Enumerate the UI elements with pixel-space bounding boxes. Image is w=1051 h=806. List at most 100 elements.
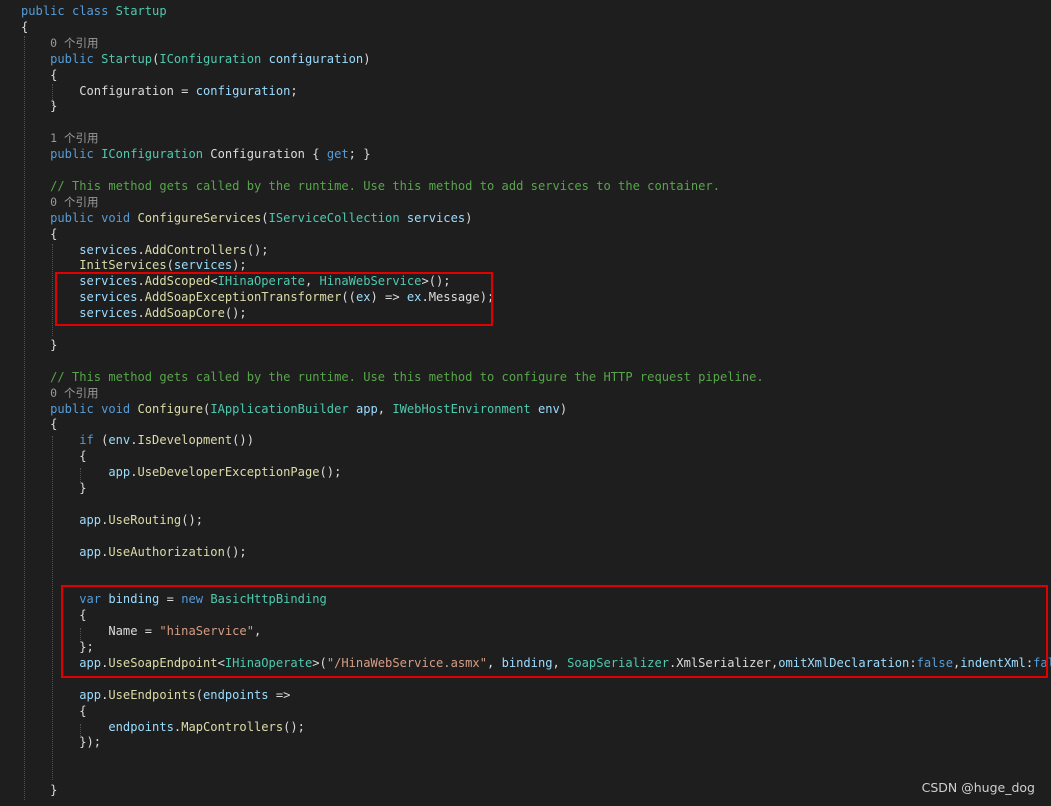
codelens-line[interactable]: 1 个引用	[21, 130, 98, 146]
code-token: configuration	[268, 51, 364, 66]
code-token: ,	[377, 401, 393, 416]
code-line: services.AddControllers();	[21, 242, 269, 258]
code-token: >();	[421, 274, 451, 289]
code-token: var	[79, 592, 102, 607]
code-token: (	[195, 687, 204, 702]
code-line: app.UseEndpoints(endpoints =>	[21, 687, 290, 703]
code-token: {	[79, 449, 87, 464]
code-token: ,	[487, 655, 502, 670]
code-token: ,	[552, 655, 568, 670]
code-token: )	[465, 210, 473, 225]
code-token: {	[79, 608, 87, 623]
code-token: ())	[232, 433, 254, 448]
code-token: ; }	[348, 147, 371, 162]
code-token: ();	[224, 544, 247, 559]
code-token: env	[537, 401, 560, 416]
code-token: public	[50, 51, 94, 66]
code-token: public	[21, 4, 65, 18]
code-token: ();	[283, 719, 305, 734]
code-token: services	[173, 258, 233, 273]
code-token: >(	[312, 655, 327, 670]
code-line: services.AddSoapCore();	[21, 305, 247, 321]
code-token: void	[101, 210, 131, 225]
code-line: }	[21, 480, 87, 496]
code-token: indentXml	[960, 655, 1026, 670]
code-token: IServiceCollection	[268, 210, 400, 225]
code-token: Startup	[101, 51, 153, 66]
code-line: // This method gets called by the runtim…	[21, 369, 764, 385]
code-line: public void ConfigureServices(IServiceCo…	[21, 210, 472, 226]
code-token: =	[159, 592, 182, 607]
code-token: Startup	[115, 4, 167, 18]
code-token: env	[108, 433, 131, 448]
code-token: }	[50, 99, 58, 114]
code-token: app	[355, 401, 378, 416]
code-token: .	[137, 306, 145, 321]
code-line: InitServices(services);	[21, 257, 246, 273]
code-line: public IConfiguration Configuration { ge…	[21, 146, 371, 162]
reference-count-lens[interactable]: 0 个引用	[50, 36, 98, 50]
code-token: <	[217, 655, 225, 670]
code-token: Configuration	[79, 83, 174, 98]
code-token: Configuration {	[203, 147, 327, 162]
code-token: :	[1025, 655, 1034, 670]
code-token: services	[79, 242, 138, 257]
code-editor[interactable]: public class Startup { 0 个引用 public Start…	[0, 0, 1051, 806]
code-token: =>	[268, 687, 291, 702]
reference-count-lens[interactable]: 0 个引用	[50, 386, 98, 400]
code-token: SoapSerializer	[567, 655, 670, 670]
code-line: }	[21, 782, 57, 798]
code-token: IHinaOperate	[224, 655, 313, 670]
code-line: public class Startup	[21, 3, 167, 19]
code-token: get	[326, 147, 349, 162]
code-line: endpoints.MapControllers();	[21, 719, 305, 735]
code-token: MapControllers	[181, 719, 284, 734]
code-token: public	[50, 401, 94, 416]
code-token: UseAuthorization	[108, 544, 225, 559]
code-token: ex	[355, 290, 371, 305]
code-token: {	[50, 417, 58, 432]
code-token: app	[79, 512, 102, 527]
code-line: services.AddSoapExceptionTransformer((ex…	[21, 289, 494, 305]
reference-count-lens[interactable]: 1 个引用	[50, 131, 98, 145]
code-token: ;	[290, 83, 298, 98]
code-token: (	[261, 210, 269, 225]
code-token: InitServices	[79, 258, 167, 273]
code-token: {	[50, 226, 58, 241]
code-token: .Message);	[421, 290, 495, 305]
codelens-line[interactable]: 0 个引用	[21, 194, 98, 210]
codelens-line[interactable]: 0 个引用	[21, 385, 98, 401]
code-token: ();	[246, 242, 269, 257]
code-token: if	[79, 433, 94, 448]
code-token: }	[50, 337, 58, 352]
code-token: new	[181, 592, 204, 607]
code-token: app	[79, 544, 102, 559]
code-token: AddSoapCore	[144, 306, 225, 321]
code-token: ex	[406, 290, 422, 305]
code-line: }	[21, 337, 57, 353]
code-line: {	[21, 607, 87, 623]
reference-count-lens[interactable]: 0 个引用	[50, 195, 98, 209]
code-token: };	[79, 640, 94, 654]
code-line: }	[21, 98, 57, 114]
code-token: services	[79, 290, 138, 305]
code-token: });	[79, 735, 102, 750]
code-line: app.UseRouting();	[21, 512, 203, 528]
code-token: UseDeveloperExceptionPage	[137, 465, 320, 480]
code-token: {	[50, 67, 58, 82]
code-token: ) =>	[370, 290, 407, 305]
code-token: }	[50, 783, 58, 798]
codelens-line[interactable]: 0 个引用	[21, 35, 98, 51]
code-token: ,	[254, 624, 262, 639]
code-token: UseEndpoints	[108, 687, 196, 702]
code-token: }	[79, 481, 87, 495]
code-token: ();	[224, 306, 247, 321]
